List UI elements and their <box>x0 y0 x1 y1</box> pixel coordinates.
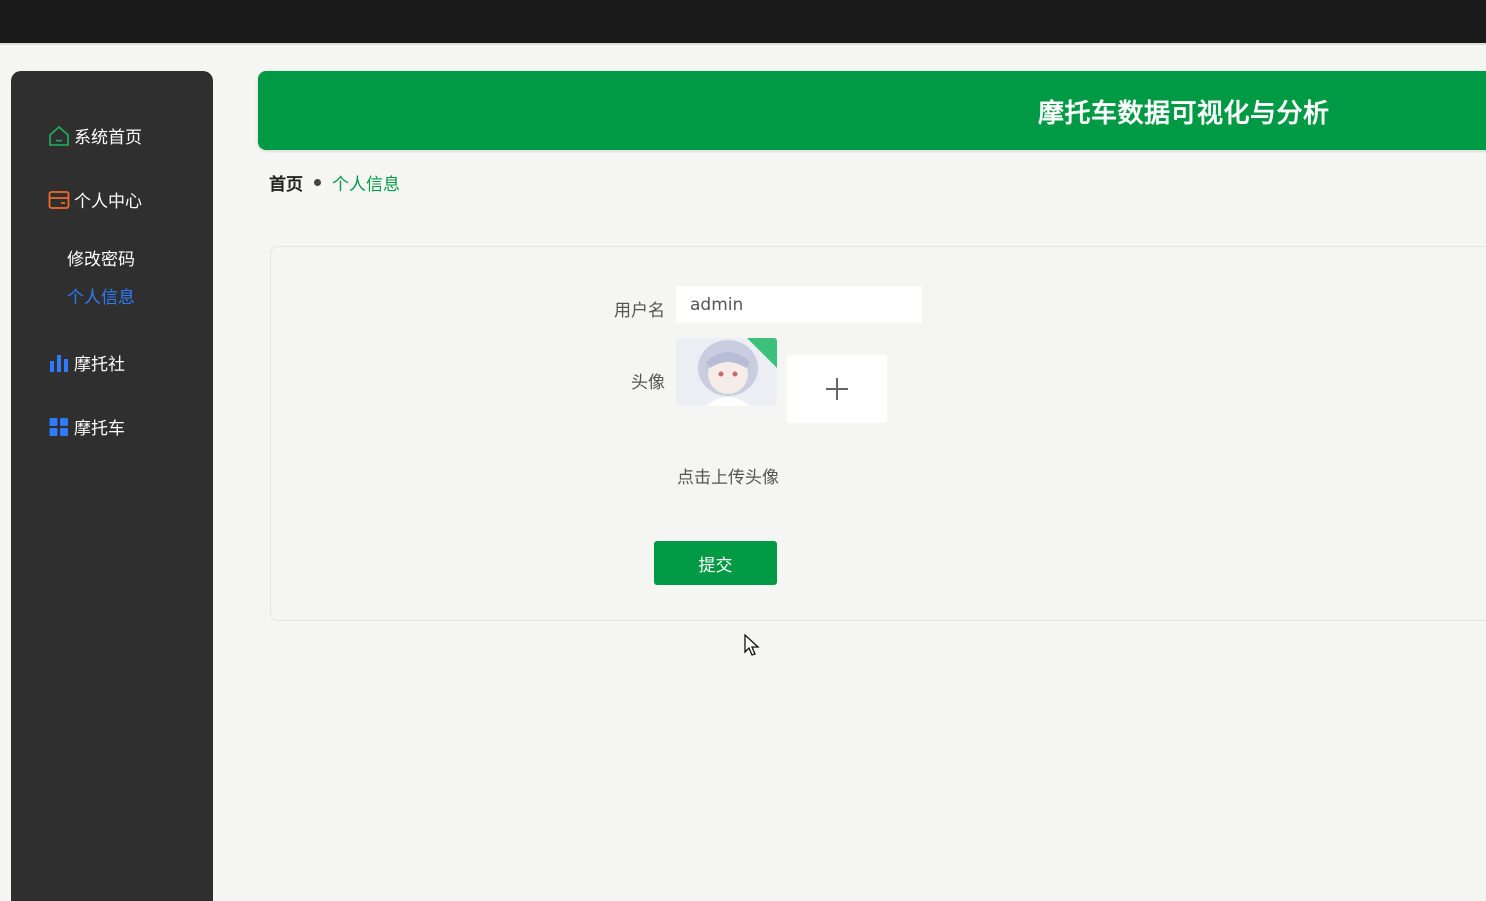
sidebar-item-label: 系统首页 <box>74 128 142 148</box>
submit-button[interactable]: 提交 <box>654 541 777 585</box>
breadcrumb: 首页 个人信息 <box>269 170 400 195</box>
grid-icon <box>49 417 68 436</box>
username-label: 用户名 <box>614 301 665 321</box>
sidebar: 系统首页 个人中心 修改密码 个人信息 摩托社 摩托车 <box>11 71 213 901</box>
sidebar-item-home[interactable]: 系统首页 <box>48 123 142 148</box>
breadcrumb-home[interactable]: 首页 <box>269 170 303 195</box>
sidebar-subitem-personal-info[interactable]: 个人信息 <box>67 283 135 308</box>
sidebar-item-personal-center[interactable]: 个人中心 <box>48 187 142 212</box>
upload-hint: 点击上传头像 <box>677 468 779 488</box>
top-bar-divider <box>0 43 1486 45</box>
sidebar-subitem-change-password[interactable]: 修改密码 <box>67 245 135 270</box>
sidebar-item-label: 摩托车 <box>74 419 125 439</box>
top-bar <box>0 0 1486 43</box>
mouse-cursor-icon <box>744 634 760 656</box>
header-band: 摩托车数据可视化与分析 <box>258 71 1486 150</box>
avatar-image[interactable] <box>676 338 777 406</box>
home-icon <box>49 125 69 146</box>
sidebar-item-moto-club[interactable]: 摩托社 <box>48 350 125 375</box>
plus-icon <box>826 378 848 400</box>
username-field[interactable] <box>676 286 922 323</box>
sidebar-item-label: 个人中心 <box>74 192 142 212</box>
sidebar-item-label: 摩托社 <box>74 355 125 375</box>
avatar-status-corner <box>747 338 777 368</box>
avatar-label: 头像 <box>631 373 665 393</box>
wallet-icon <box>48 190 70 209</box>
upload-avatar-button[interactable] <box>787 355 887 423</box>
page-title: 摩托车数据可视化与分析 <box>1038 99 1330 129</box>
sidebar-item-motorcycle[interactable]: 摩托车 <box>48 414 125 439</box>
breadcrumb-separator <box>314 179 321 186</box>
bar-chart-icon <box>50 354 68 372</box>
breadcrumb-current: 个人信息 <box>332 175 400 195</box>
